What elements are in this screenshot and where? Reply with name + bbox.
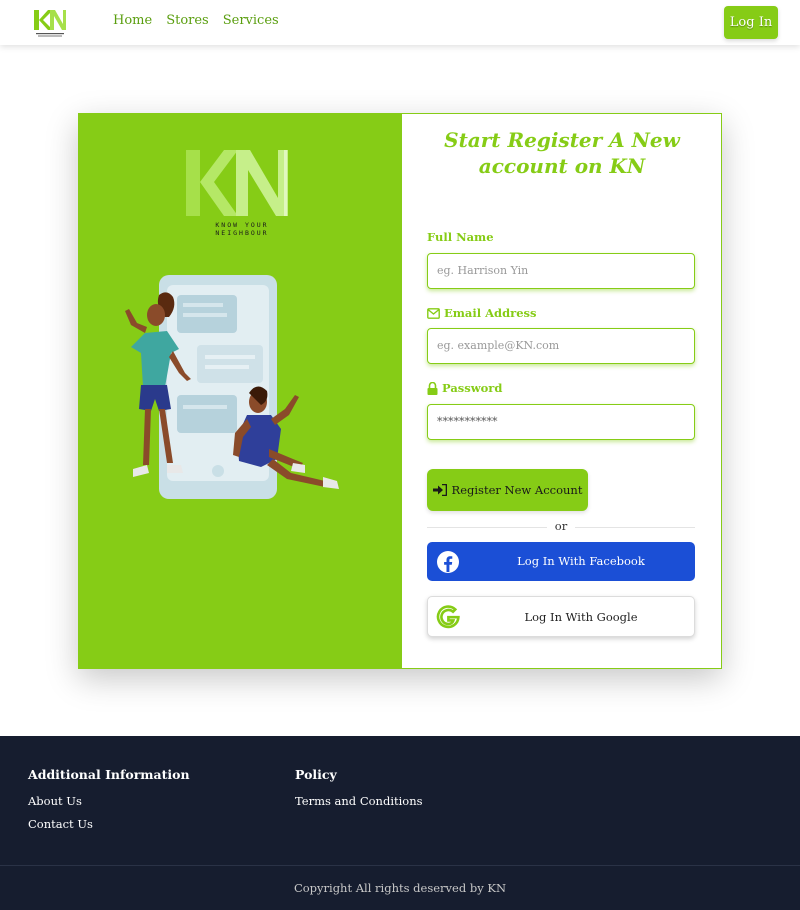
- facebook-login-label: Log In With Facebook: [517, 554, 645, 568]
- footer-terms-link[interactable]: Terms and Conditions: [295, 794, 423, 808]
- google-icon: [436, 605, 460, 629]
- logo-tagline: KNOW YOUR NEIGHBOUR: [215, 221, 269, 237]
- divider-right: [575, 527, 695, 528]
- password-label: Password: [427, 381, 502, 395]
- facebook-login-button[interactable]: Log In With Facebook: [427, 542, 695, 581]
- footer-policy-title: Policy: [295, 767, 337, 782]
- register-button[interactable]: Register New Account: [427, 469, 588, 511]
- envelope-icon: [427, 307, 440, 319]
- divider-left: [427, 527, 547, 528]
- nav-home-link[interactable]: Home: [113, 13, 152, 28]
- register-form-panel: Start Register A New account on KN Full …: [402, 114, 721, 668]
- password-input[interactable]: ***********: [427, 404, 695, 440]
- footer-additional-info-title: Additional Information: [28, 767, 190, 782]
- google-login-label: Log In With Google: [524, 610, 638, 624]
- nav-links: Home Stores Services: [113, 13, 279, 28]
- nav-stores-link[interactable]: Stores: [166, 13, 209, 28]
- or-separator: or: [554, 519, 568, 533]
- footer-contact-us-link[interactable]: Contact Us: [28, 817, 93, 831]
- full-name-label: Full Name: [427, 230, 494, 244]
- footer-divider: [0, 865, 800, 866]
- facebook-icon: [437, 551, 459, 573]
- full-name-input[interactable]: eg. Harrison Yin: [427, 253, 695, 289]
- google-login-button[interactable]: Log In With Google: [427, 596, 695, 637]
- kn-logo[interactable]: [32, 8, 68, 38]
- footer-about-us-link[interactable]: About Us: [28, 794, 82, 808]
- email-label: Email Address: [427, 306, 536, 320]
- nav-services-link[interactable]: Services: [223, 13, 279, 28]
- copyright-text: Copyright All rights deserved by KN: [293, 881, 507, 895]
- people-phone-illustration: [125, 275, 339, 499]
- illustration-panel: KNOW YOUR NEIGHBOUR: [79, 114, 402, 668]
- register-title: Start Register A New account on KN: [444, 128, 680, 178]
- navbar: Home Stores Services Log In: [0, 0, 800, 45]
- nav-login-button[interactable]: Log In: [724, 6, 778, 39]
- email-input[interactable]: eg. example@KN.com: [427, 328, 695, 364]
- sign-in-icon: [432, 484, 447, 496]
- footer: Additional Information About Us Contact …: [0, 736, 800, 910]
- lock-icon: [427, 381, 438, 395]
- register-card: KNOW YOUR NEIGHBOUR Start Register A New…: [78, 113, 722, 669]
